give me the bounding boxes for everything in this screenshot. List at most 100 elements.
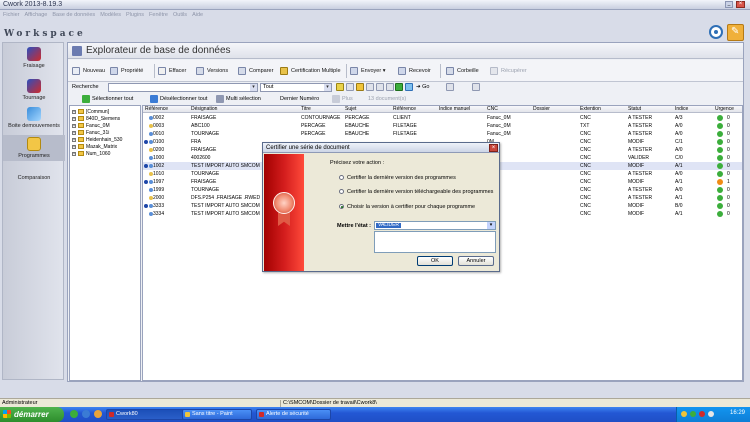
column-header[interactable]: Sujet: [345, 106, 385, 113]
column-header[interactable]: Statut: [628, 106, 668, 113]
media-icon[interactable]: [94, 410, 102, 418]
go-button[interactable]: ➜ Go: [416, 83, 429, 92]
menu-modeles[interactable]: Modèles: [100, 12, 121, 21]
column-header[interactable]: Référence: [145, 106, 189, 113]
list-icon[interactable]: [366, 83, 374, 91]
search-input[interactable]: ▾: [108, 83, 258, 92]
etat-select[interactable]: VALIDER ▾: [374, 221, 496, 230]
tray-icon[interactable]: [681, 411, 687, 417]
tree-item[interactable]: +840D_Siemens: [72, 116, 120, 122]
selected-check-icon[interactable]: [144, 180, 148, 184]
expand-icon[interactable]: +: [72, 117, 76, 121]
plus-button[interactable]: Plus: [332, 95, 353, 103]
expand-icon[interactable]: +: [72, 152, 76, 156]
zoom-icon[interactable]: [472, 83, 480, 91]
tree-item[interactable]: + Fanuc_31i: [72, 130, 109, 136]
task-paint[interactable]: Sans titre - Paint: [182, 409, 252, 420]
certification-multiple-button[interactable]: Certification Multiple: [280, 66, 341, 76]
tree-item[interactable]: + [Commun]: [72, 109, 109, 115]
menu-base-de-donnees[interactable]: Base de données: [52, 12, 95, 21]
expand-icon[interactable]: +: [72, 138, 76, 142]
close-button[interactable]: ×: [736, 1, 745, 8]
selected-check-icon[interactable]: [144, 140, 148, 144]
tray-icon[interactable]: [699, 411, 705, 417]
radio-latest-downloadable[interactable]: Certifier la dernière version télécharge…: [339, 189, 493, 195]
start-button[interactable]: démarrer: [0, 407, 64, 422]
menu-aide[interactable]: Aide: [192, 12, 203, 21]
column-header[interactable]: CNC: [487, 106, 527, 113]
expand-icon[interactable]: +: [72, 145, 76, 149]
table-row[interactable]: 0003 ABC100 PERCAGE EBAUCHE FILETAGE Fanuc_0M…: [143, 122, 742, 130]
ie-icon[interactable]: [82, 410, 90, 418]
tray-icon[interactable]: [708, 411, 714, 417]
tree-item[interactable]: + Num_1060: [72, 151, 110, 157]
menu-outils[interactable]: Outils: [173, 12, 187, 21]
sidebar-item-tournage[interactable]: Tournage: [3, 79, 65, 101]
table-row[interactable]: 0002 FRAISAGE CONTOURNAGE PERCAGE CLIENT Fanu…: [143, 114, 742, 122]
dialog-close-button[interactable]: ×: [489, 144, 498, 152]
tree-item[interactable]: + Heidenhain_530: [72, 137, 122, 143]
column-header[interactable]: Dossier: [533, 106, 573, 113]
column-header[interactable]: Référence: [393, 106, 438, 113]
menu-plugins[interactable]: Plugins: [126, 12, 144, 21]
versions-button[interactable]: Versions: [196, 66, 228, 76]
menu-fichier[interactable]: Fichier: [3, 12, 20, 21]
last-number-button[interactable]: Dernier Numéro: [280, 95, 319, 103]
column-header[interactable]: Désignation: [191, 106, 261, 113]
recuperer-button[interactable]: Récupérer: [490, 66, 527, 76]
column-header[interactable]: Urgence: [715, 106, 742, 113]
multi-selection-label: Multi sélection: [226, 96, 261, 102]
table-row[interactable]: 0010 TOURNAGE PERCAGE EBAUCHE FILETAGE Fanuc_…: [143, 130, 742, 138]
tree-item[interactable]: + Mazak_Matrix: [72, 144, 117, 150]
expand-icon[interactable]: +: [72, 124, 76, 128]
recevoir-button[interactable]: Recevoir: [398, 66, 431, 76]
radio-latest-version[interactable]: Certifier la dernière version des progra…: [339, 175, 456, 181]
comparer-button[interactable]: Comparer: [238, 66, 273, 76]
ok-button[interactable]: OK: [417, 256, 453, 266]
effacer-button[interactable]: Effacer: [158, 66, 186, 76]
sidebar-item-programmes[interactable]: Programmes: [3, 135, 65, 161]
corbeille-button[interactable]: Corbeille: [446, 66, 479, 76]
table-cell: [533, 130, 577, 137]
sidebar-item-boite-demouvements[interactable]: Boite demouvements: [3, 107, 65, 129]
minimize-button[interactable]: _: [725, 1, 733, 8]
task-cwork[interactable]: Cwork80: [106, 409, 186, 420]
warning-icon[interactable]: [356, 83, 364, 91]
check-icon[interactable]: [395, 83, 403, 91]
filter-select[interactable]: Tout ▾: [260, 83, 332, 92]
grid-view-icon[interactable]: [446, 83, 454, 91]
sidebar-item-fraisage[interactable]: Fraisage: [3, 47, 65, 69]
selected-check-icon[interactable]: [144, 204, 148, 208]
tray-icon[interactable]: [690, 411, 696, 417]
lightbulb-icon[interactable]: [405, 83, 413, 91]
radio-choose-version[interactable]: Choisir la version à certifier pour chaq…: [339, 204, 475, 210]
deselect-all-button[interactable]: Désélectionner tout: [150, 95, 207, 103]
column-header[interactable]: Titre: [301, 106, 341, 113]
column-header[interactable]: Indice: [675, 106, 705, 113]
envoyer-button[interactable]: Envoyer ▾: [350, 66, 385, 76]
menu-fenetre[interactable]: Fenêtre: [149, 12, 168, 21]
expand-icon[interactable]: +: [72, 131, 76, 135]
comment-textarea[interactable]: [374, 231, 496, 253]
propriete-button[interactable]: Propriété: [110, 66, 143, 76]
quick-launch-icon[interactable]: [70, 410, 78, 418]
multi-selection-button[interactable]: Multi sélection: [216, 95, 261, 103]
menu-affichage[interactable]: Affichage: [25, 12, 48, 21]
urgency-icon: [717, 147, 723, 153]
column-header[interactable]: Extention: [580, 106, 620, 113]
nouveau-button[interactable]: Nouveau: [72, 66, 105, 76]
sidebar-item-comparaison[interactable]: Comparaison: [3, 175, 65, 181]
lock-icon[interactable]: [336, 83, 344, 91]
expand-icon[interactable]: +: [72, 110, 76, 114]
column-header[interactable]: Indice manuel: [439, 106, 484, 113]
selected-check-icon[interactable]: [144, 164, 148, 168]
select-all-button[interactable]: Sélectionner tout: [82, 95, 133, 103]
task-security-alert[interactable]: Alerte de sécurité: [256, 409, 331, 420]
edit-note-icon[interactable]: [727, 24, 744, 41]
cancel-button[interactable]: Annuler: [458, 256, 494, 266]
help-icon[interactable]: [709, 25, 723, 39]
filter-icon[interactable]: [346, 83, 354, 91]
tools-icon[interactable]: [376, 83, 384, 91]
tree-item[interactable]: + Fanuc_0M: [72, 123, 110, 129]
checkbox-icon[interactable]: [386, 83, 394, 91]
